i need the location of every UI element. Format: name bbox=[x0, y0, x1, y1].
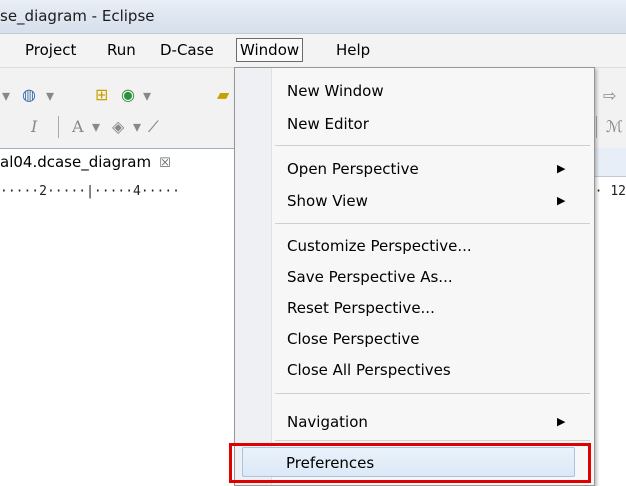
menu-separator bbox=[275, 145, 590, 146]
toolbar-separator bbox=[58, 116, 59, 138]
menu-item-navigation[interactable]: Navigation bbox=[287, 409, 368, 435]
fill-color-icon[interactable]: ◈ bbox=[112, 117, 124, 137]
dropdown-arrow-icon[interactable]: ▾ bbox=[46, 86, 54, 106]
editor-tab[interactable]: al04.dcase_diagram ☒ bbox=[0, 148, 235, 177]
ruler-left: ·····2·····|·····4····· bbox=[0, 184, 181, 199]
menu-item-new-editor[interactable]: New Editor bbox=[287, 111, 369, 137]
menu-item-new-window[interactable]: New Window bbox=[287, 78, 384, 104]
submenu-arrow-icon-3: ▶ bbox=[557, 415, 566, 428]
menu-run[interactable]: Run bbox=[107, 34, 136, 67]
menu-separator-2 bbox=[275, 223, 590, 224]
menu-icon-gutter bbox=[235, 68, 272, 485]
menu-item-show-view[interactable]: Show View bbox=[287, 188, 368, 214]
menu-d-case[interactable]: D-Case bbox=[160, 34, 214, 67]
menu-separator-4 bbox=[275, 440, 590, 441]
editor-tab-label: al04.dcase_diagram bbox=[0, 153, 152, 171]
new-class-icon[interactable]: ⊞ bbox=[95, 85, 108, 105]
menu-item-reset-perspective[interactable]: Reset Perspective... bbox=[287, 295, 435, 321]
menu-project[interactable]: Project bbox=[25, 34, 76, 67]
menu-window[interactable]: Window bbox=[236, 38, 304, 62]
menu-help[interactable]: Help bbox=[336, 34, 370, 67]
new-wizard-icon[interactable]: ◍ bbox=[22, 85, 36, 105]
forward-arrow-icon[interactable]: ⇨ bbox=[603, 86, 616, 106]
menu-item-customize-perspective[interactable]: Customize Perspective... bbox=[287, 233, 472, 259]
title-bar: se_diagram - Eclipse bbox=[0, 0, 626, 34]
close-icon[interactable]: ☒ bbox=[159, 156, 171, 171]
menu-separator-3 bbox=[275, 393, 590, 394]
toolbar-dropdown-icon[interactable]: ▾ bbox=[2, 86, 10, 106]
menu-bar: Project Run D-Case Window Help bbox=[0, 34, 626, 68]
italic-icon[interactable]: I bbox=[31, 117, 37, 137]
menu-item-close-perspective[interactable]: Close Perspective bbox=[287, 326, 420, 352]
dropdown-arrow-icon-2[interactable]: ▾ bbox=[143, 86, 151, 106]
toolbar-tool-icon[interactable]: ℳ bbox=[606, 117, 623, 137]
submenu-arrow-icon: ▶ bbox=[557, 162, 566, 175]
font-color-icon[interactable]: A bbox=[72, 117, 84, 137]
window-title: se_diagram - Eclipse bbox=[0, 7, 155, 25]
menu-item-open-perspective[interactable]: Open Perspective bbox=[287, 156, 419, 182]
font-color-dropdown-icon[interactable]: ▾ bbox=[92, 117, 100, 137]
fill-color-dropdown-icon[interactable]: ▾ bbox=[133, 117, 141, 137]
open-folder-icon[interactable]: ▰ bbox=[217, 85, 229, 105]
line-color-icon[interactable]: ⁄ bbox=[152, 117, 155, 137]
new-project-icon[interactable]: ◉ bbox=[121, 85, 135, 105]
window-menu: New Window New Editor Open Perspective ▶… bbox=[234, 67, 595, 486]
submenu-arrow-icon-2: ▶ bbox=[557, 194, 566, 207]
annotation-highlight-box bbox=[229, 443, 591, 483]
toolbar-separator-2 bbox=[596, 116, 597, 138]
menu-item-save-perspective-as[interactable]: Save Perspective As... bbox=[287, 264, 453, 290]
menu-item-close-all-perspectives[interactable]: Close All Perspectives bbox=[287, 357, 451, 383]
